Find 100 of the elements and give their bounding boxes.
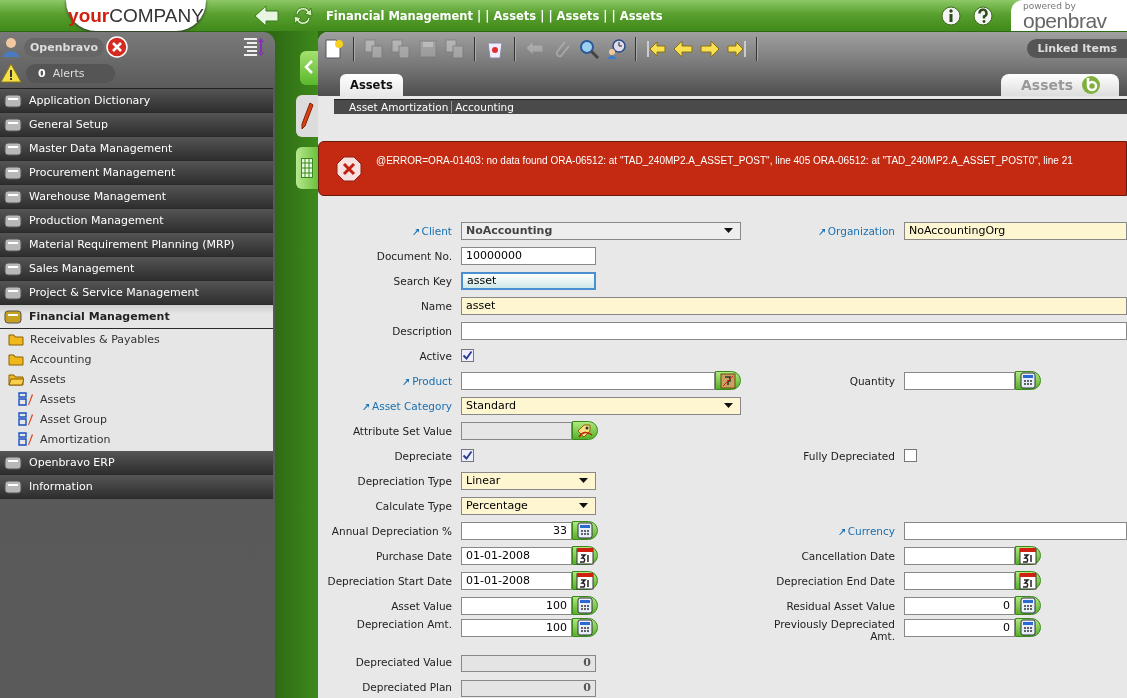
menu-item[interactable]: Material Requirement Planning (MRP)	[0, 233, 273, 257]
field-label: Fully Depreciated	[803, 449, 895, 462]
menu-window[interactable]: Assets	[0, 389, 273, 409]
copy-icon	[363, 37, 385, 60]
date-field[interactable]: 01-01-2008	[461, 571, 572, 590]
link-arrow-icon	[817, 226, 825, 235]
collapse-menu-button[interactable]	[300, 51, 318, 85]
menu-window[interactable]: Amortization	[0, 429, 273, 449]
field-link[interactable]: Product	[412, 374, 452, 387]
calendar-button[interactable]	[1015, 546, 1041, 565]
audit-button[interactable]	[604, 36, 628, 61]
linked-items-button[interactable]: Linked Items	[1027, 39, 1127, 58]
subtab[interactable]: Asset Amortization	[346, 101, 452, 113]
caret-icon	[579, 503, 588, 508]
number-field[interactable]: 100	[461, 596, 572, 615]
checkbox[interactable]	[461, 449, 474, 462]
window-title: Assets	[1020, 77, 1073, 93]
folder-icon	[8, 372, 24, 386]
save-icon	[417, 37, 439, 60]
text-field[interactable]	[461, 421, 572, 440]
menu-item[interactable]: Application Dictionary	[0, 89, 273, 113]
checkbox[interactable]	[461, 349, 474, 362]
number-field[interactable]: 0	[904, 618, 1015, 637]
menu-item[interactable]: Production Management	[0, 209, 273, 233]
refresh-icon[interactable]	[292, 4, 314, 27]
text-field[interactable]	[461, 321, 1127, 340]
menu-item[interactable]: Financial Management	[0, 305, 273, 329]
text-field[interactable]	[904, 521, 1127, 540]
box-icon	[720, 372, 737, 389]
caret-icon	[724, 403, 733, 408]
module-icon	[4, 164, 22, 181]
field-label: Calculate Type	[375, 499, 452, 512]
number-field[interactable]	[904, 371, 1015, 390]
menu-item[interactable]: Openbravo ERP	[0, 451, 273, 475]
grid-view-tab[interactable]	[296, 147, 318, 189]
calculator-button[interactable]	[1015, 371, 1041, 390]
menu-folder[interactable]: Receivables & Payables	[0, 329, 273, 349]
date-field[interactable]: 01-01-2008	[461, 546, 572, 565]
back-arrow-icon[interactable]	[254, 4, 280, 27]
menu-item[interactable]: Procurement Management	[0, 161, 273, 185]
dropdown-field[interactable]: Percentage	[461, 496, 596, 515]
help-icon[interactable]	[973, 5, 993, 26]
field-label: Cancellation Date	[801, 549, 895, 562]
field-label: Depreciated Value	[355, 655, 452, 668]
field-label: Depreciation End Date	[776, 574, 895, 587]
calculator-icon	[1020, 597, 1036, 614]
new-icon	[323, 37, 345, 60]
module-icon	[4, 140, 22, 157]
edit-view-tab[interactable]	[296, 95, 318, 137]
calculator-button[interactable]	[1015, 618, 1041, 637]
dropdown-field[interactable]: Standard	[461, 396, 741, 415]
module-icon	[4, 116, 22, 133]
alerts-link[interactable]: 0 Alerts	[26, 63, 115, 83]
text-field[interactable]: 10000000	[461, 246, 596, 265]
number-field[interactable]: 100	[461, 618, 572, 637]
tab[interactable]: Assets	[340, 74, 403, 96]
menu-folder[interactable]: Assets	[0, 369, 273, 389]
calendar-button[interactable]	[572, 546, 598, 565]
menu-item[interactable]: Sales Management	[0, 257, 273, 281]
calculator-button[interactable]	[572, 596, 598, 615]
menu-window[interactable]: Asset Group	[0, 409, 273, 429]
checkbox[interactable]	[904, 449, 917, 462]
number-field[interactable]: 0	[904, 596, 1015, 615]
number-field[interactable]: 33	[461, 521, 572, 540]
calculator-button[interactable]	[1015, 596, 1041, 615]
new-button[interactable]	[322, 36, 346, 61]
menu-item[interactable]: Warehouse Management	[0, 185, 273, 209]
subtab[interactable]: Accounting	[452, 101, 517, 113]
info-icon[interactable]	[941, 5, 961, 26]
text-field[interactable]: asset	[461, 271, 596, 290]
menu-item[interactable]: General Setup	[0, 113, 273, 137]
calculator-button[interactable]	[572, 618, 598, 637]
field-link[interactable]: Asset Category	[372, 399, 452, 412]
pencil-icon	[300, 102, 314, 130]
text-field[interactable]: asset	[461, 296, 1127, 315]
field-label: Active	[419, 349, 452, 362]
field-link[interactable]: Currency	[847, 524, 895, 537]
menu-folder[interactable]: Accounting	[0, 349, 273, 369]
field-link[interactable]: Organization	[827, 224, 895, 237]
text-field[interactable]: NoAccountingOrg	[904, 221, 1127, 240]
calendar-button[interactable]	[1015, 571, 1041, 590]
user-name[interactable]: Openbravo	[24, 37, 104, 57]
logout-icon[interactable]	[105, 36, 128, 58]
text-field[interactable]	[461, 371, 716, 390]
product-search-button[interactable]	[715, 371, 741, 390]
date-field[interactable]	[904, 546, 1015, 565]
date-field[interactable]	[904, 571, 1015, 590]
dropdown-field[interactable]: Linear	[461, 471, 596, 490]
link-arrow-icon	[837, 526, 845, 535]
menu-item[interactable]: Master Data Management	[0, 137, 273, 161]
attribute-button[interactable]	[572, 421, 598, 440]
module-icon	[4, 188, 22, 205]
menu-item[interactable]: Project & Service Management	[0, 281, 273, 305]
calendar-icon	[576, 571, 594, 590]
menu-item[interactable]: Information	[0, 475, 273, 499]
dropdown-field[interactable]: NoAccounting	[461, 221, 741, 240]
field-link[interactable]: Client	[421, 224, 452, 237]
calendar-button[interactable]	[572, 571, 598, 590]
calculator-button[interactable]	[572, 521, 598, 540]
collapse-all-icon[interactable]	[243, 37, 265, 57]
